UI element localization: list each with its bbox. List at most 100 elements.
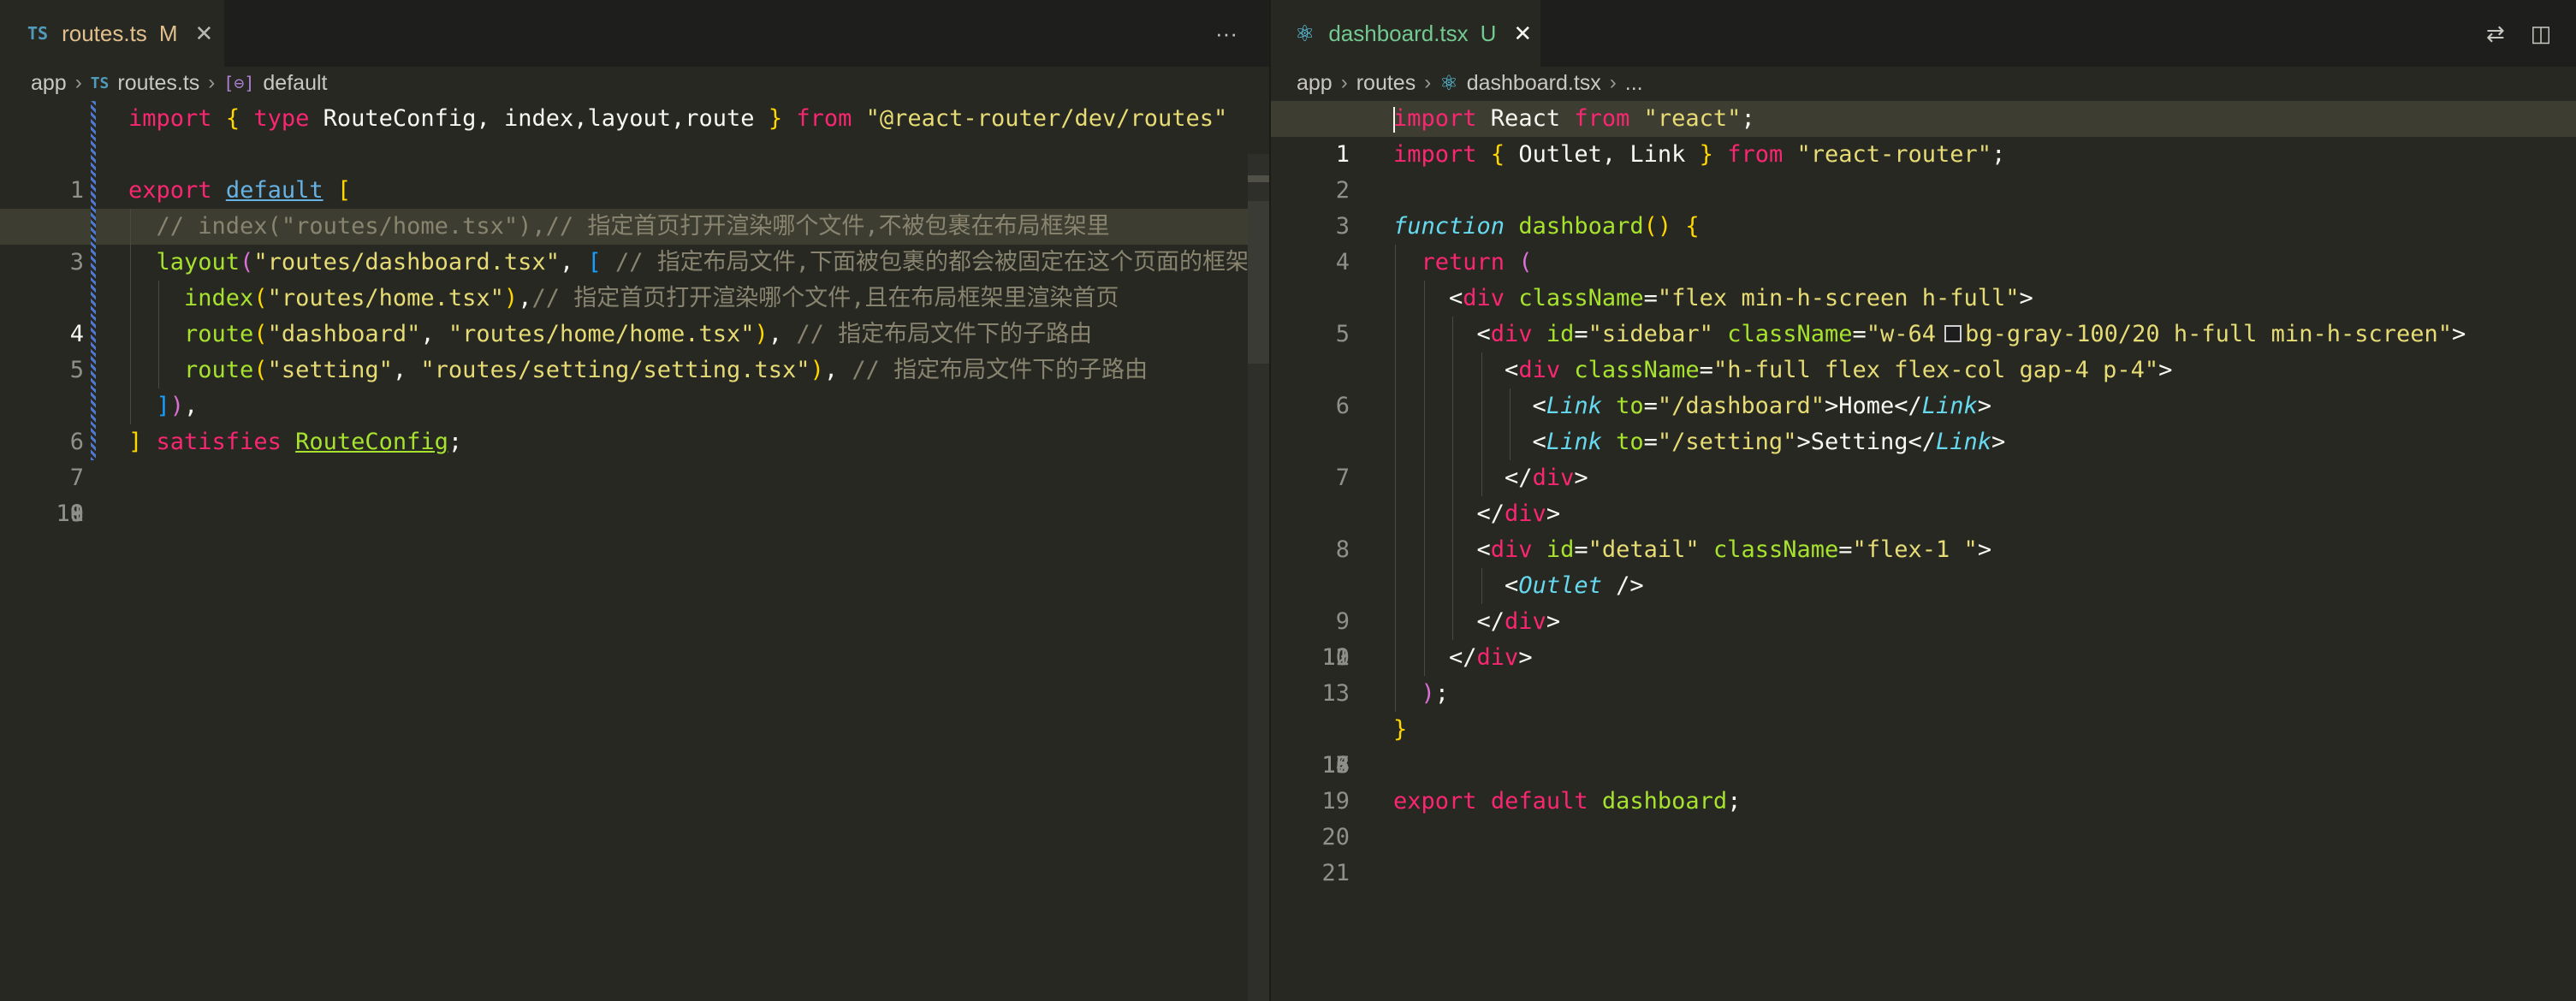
- git-added-indicator: [91, 424, 96, 460]
- tab-label: routes.ts: [62, 20, 147, 46]
- right-editor-pane[interactable]: ⚛ dashboard.tsx U ✕ ⇄ ◫ app › routes › ⚛…: [1271, 0, 2576, 1001]
- code-line: 3 export default [: [0, 173, 1271, 275]
- git-added-indicator: [91, 173, 96, 209]
- line-text: route("setting", "routes/setting/setting…: [184, 357, 1149, 383]
- breadcrumb: app › routes › ⚛ dashboard.tsx › ...: [1271, 67, 2576, 99]
- code-line: 17 );: [1271, 676, 2576, 779]
- chevron-right-icon: ›: [1340, 71, 1348, 94]
- symbol-variable-icon: [⊖]: [223, 73, 255, 93]
- line-text: </div>: [1393, 500, 1561, 527]
- line-text: import { Outlet, Link } from "react-rout…: [1393, 141, 2006, 168]
- line-text: return (: [1421, 249, 1533, 275]
- git-added-indicator: [91, 209, 96, 245]
- open-changes-icon[interactable]: ⇄: [2486, 21, 2505, 47]
- line-text: export default dashboard;: [1393, 788, 1742, 814]
- code-area[interactable]: 1 import React from "react"; 2 import { …: [1271, 101, 2576, 886]
- tab-untracked-badge: U: [1480, 20, 1497, 46]
- git-added-indicator: [91, 245, 96, 281]
- code-line: 6 <div className="flex min-h-screen h-fu…: [1271, 281, 2576, 419]
- code-line: 2 import { Outlet, Link } from "react-ro…: [1271, 137, 2576, 204]
- code-line: 7 <div id="sidebar" className="w-64 bg-gr…: [1271, 317, 2576, 491]
- code-line: 8 <div className="h-full flex flex-col g…: [1271, 352, 2576, 563]
- line-text: <div id="detail" className="flex-1 ">: [1393, 536, 1992, 563]
- git-added-indicator: [91, 281, 96, 317]
- ts-file-icon: TS: [90, 74, 110, 92]
- code-line-current: 1 import React from "react";: [1271, 101, 2576, 168]
- line-text: <div className="h-full flex flex-col gap…: [1393, 357, 2173, 383]
- chevron-right-icon: ›: [1424, 71, 1432, 94]
- line-number: 21: [1321, 860, 1350, 886]
- left-editor-pane[interactable]: TS routes.ts M ✕ ··· app › TS routes.ts …: [0, 0, 1271, 1001]
- code-line: 11: [0, 460, 1271, 527]
- code-line: 15 </div>: [1271, 604, 2576, 779]
- breadcrumb-file[interactable]: routes.ts: [117, 71, 199, 96]
- git-added-indicator: [91, 352, 96, 388]
- breadcrumb-folder-routes[interactable]: routes: [1356, 71, 1416, 96]
- more-actions-icon[interactable]: ···: [1215, 21, 1238, 47]
- code-line: 8 route("setting", "routes/setting/setti…: [0, 352, 1271, 527]
- code-line: 5 return (: [1271, 245, 2576, 347]
- code-line: 13 <div id="detail" className="flex-1 ">: [1271, 532, 2576, 707]
- breadcrumb: app › TS routes.ts › [⊖] default: [0, 67, 1271, 99]
- react-file-icon: ⚛: [1439, 71, 1458, 95]
- breadcrumb-folder-app[interactable]: app: [31, 71, 67, 96]
- line-text: ] satisfies RouteConfig;: [128, 429, 463, 455]
- chevron-right-icon: ›: [1609, 71, 1617, 94]
- code-line: 16 </div>: [1271, 640, 2576, 779]
- breadcrumb-more[interactable]: ...: [1625, 71, 1643, 96]
- line-text: }: [1393, 716, 1408, 743]
- minimap-viewport[interactable]: [1248, 201, 1271, 364]
- line-text: import React from "react";: [1393, 105, 1755, 133]
- breadcrumb-symbol[interactable]: default: [263, 71, 327, 96]
- close-icon[interactable]: ✕: [194, 21, 213, 47]
- line-number: 11: [56, 500, 84, 527]
- code-line: 2: [0, 137, 1271, 240]
- code-line: 9 ]),: [0, 388, 1271, 527]
- split-editor-icon[interactable]: ◫: [2531, 21, 2552, 47]
- code-line: 9 <Link to="/dashboard">Home</Link>: [1271, 388, 2576, 635]
- line-text: <Outlet />: [1393, 572, 1644, 599]
- editor-window: TS routes.ts M ✕ ··· app › TS routes.ts …: [0, 0, 2576, 1001]
- tab-routes-ts[interactable]: TS routes.ts M ✕: [0, 0, 224, 67]
- chevron-right-icon: ›: [208, 71, 216, 94]
- line-text: <Link to="/setting">Setting</Link>: [1393, 429, 2006, 455]
- line-text: layout("routes/dashboard.tsx", [ // 指定布局…: [156, 249, 1249, 275]
- code-line: 21: [1271, 820, 2576, 886]
- line-text: <div className="flex min-h-screen h-full…: [1393, 285, 2033, 311]
- code-line: 11 </div>: [1271, 460, 2576, 671]
- code-line: 6 index("routes/home.tsx"),// 指定首页打开渲染哪个…: [0, 281, 1271, 455]
- code-line: 20 export default dashboard;: [1271, 784, 2576, 850]
- line-text: export default [: [128, 177, 352, 204]
- line-text: );: [1421, 680, 1450, 707]
- code-line: 4 function dashboard() {: [1271, 209, 2576, 275]
- git-added-indicator: [91, 137, 96, 173]
- code-line: 5 layout("routes/dashboard.tsx", [ // 指定…: [0, 245, 1271, 383]
- code-line: 1 import { type RouteConfig, index,layou…: [0, 101, 1271, 204]
- git-added-indicator: [91, 101, 96, 137]
- breadcrumb-folder-app[interactable]: app: [1297, 71, 1333, 96]
- code-line-current: 4 // index("routes/home.tsx"),// 指定首页打开渲…: [0, 209, 1271, 347]
- line-text: </div>: [1393, 608, 1561, 635]
- code-line: 10 ] satisfies RouteConfig;: [0, 424, 1271, 527]
- line-text: index("routes/home.tsx"),// 指定首页打开渲染哪个文件…: [184, 285, 1119, 311]
- breadcrumb-file[interactable]: dashboard.tsx: [1467, 71, 1601, 96]
- tab-dashboard-tsx[interactable]: ⚛ dashboard.tsx U ✕: [1271, 0, 1540, 67]
- minimap-highlight: [1248, 175, 1271, 182]
- left-tab-actions: ···: [1215, 0, 1238, 67]
- ts-file-icon: TS: [27, 23, 49, 44]
- close-icon[interactable]: ✕: [1513, 21, 1532, 47]
- code-line: 12 </div>: [1271, 496, 2576, 671]
- git-added-indicator: [91, 388, 96, 424]
- tab-modified-badge: M: [158, 20, 178, 46]
- code-area[interactable]: 1 import { type RouteConfig, index,layou…: [0, 101, 1271, 527]
- code-line: 18 }: [1271, 712, 2576, 779]
- color-swatch-icon[interactable]: [1944, 324, 1962, 342]
- line-text: route("dashboard", "routes/home/home.tsx…: [184, 321, 1093, 347]
- code-line: 19: [1271, 748, 2576, 814]
- line-text: <div id="sidebar" className="w-64 bg-gray…: [1393, 321, 2466, 347]
- line-text: function dashboard() {: [1393, 213, 1700, 240]
- line-text: </div>: [1393, 644, 1533, 671]
- tab-label: dashboard.tsx: [1328, 20, 1469, 46]
- code-line: 10 <Link to="/setting">Setting</Link>: [1271, 424, 2576, 671]
- react-file-icon: ⚛: [1295, 20, 1315, 46]
